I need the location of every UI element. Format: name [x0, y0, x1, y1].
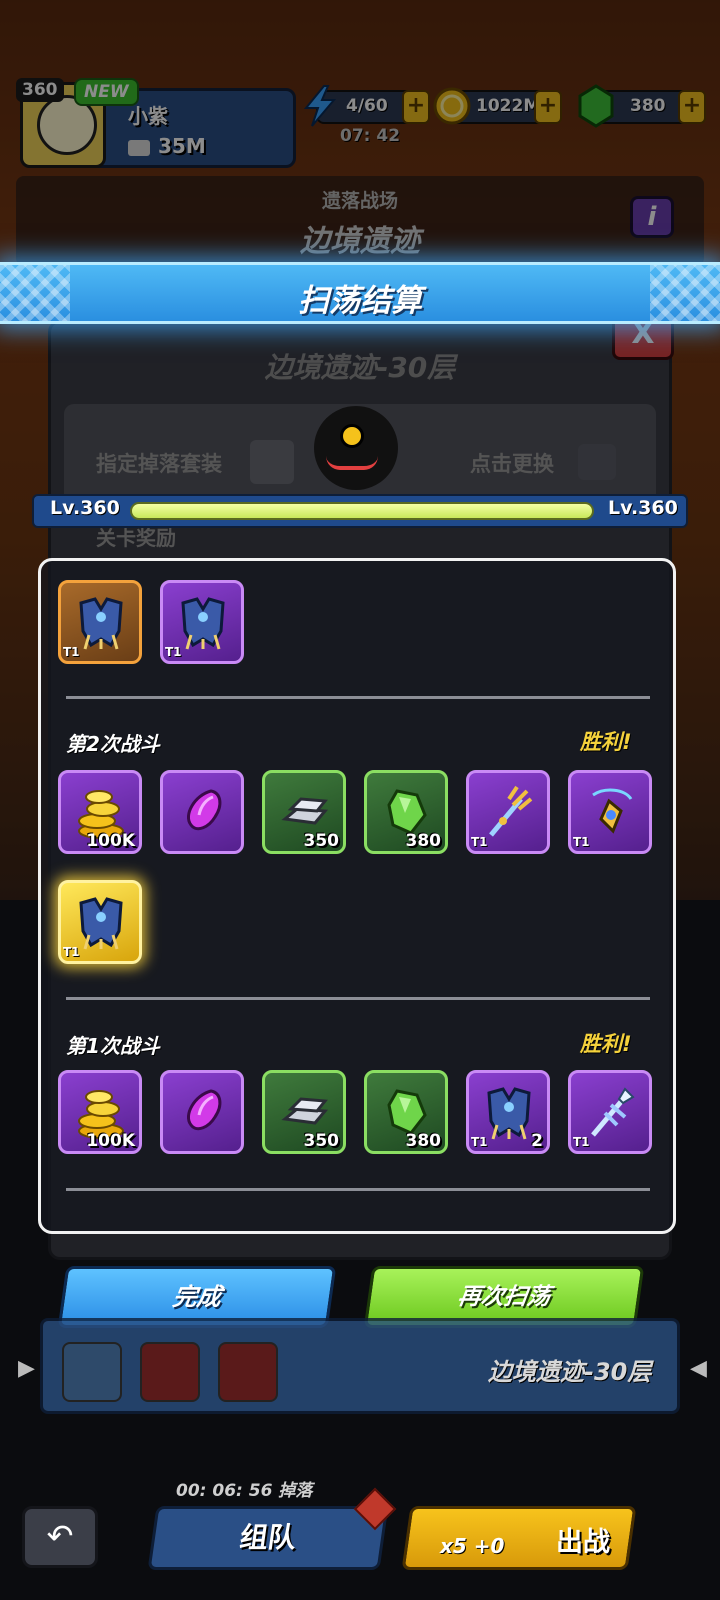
ticket-icon: [62, 1342, 122, 1402]
item-tier: T1: [573, 835, 590, 849]
reward-item[interactable]: T1: [568, 770, 652, 854]
item-quantity: 2: [531, 1131, 543, 1151]
unknown-reward-icon: [218, 1342, 278, 1402]
sweep-timer: 00: 06: 56 掉落: [176, 1481, 313, 1501]
reward-item[interactable]: 350: [262, 770, 346, 854]
team-button[interactable]: 组队: [147, 1506, 389, 1570]
battle-1-victory: 胜利!: [580, 1032, 632, 1056]
monster-mouth: [326, 456, 378, 470]
reward-item[interactable]: [160, 1070, 244, 1154]
armor-gauntlet-icon: [75, 895, 127, 951]
item-tier: T1: [63, 645, 80, 659]
item-quantity: 100K: [86, 831, 135, 851]
item-tier: T1: [471, 1135, 488, 1149]
reward-item[interactable]: T1: [58, 880, 142, 964]
fight-label: 出战: [556, 1527, 610, 1558]
item-quantity: 380: [405, 831, 442, 851]
purple-crystal-icon: [177, 1085, 229, 1141]
reward-item[interactable]: T1: [58, 580, 142, 664]
reward-item[interactable]: 380: [364, 1070, 448, 1154]
armor-gauntlet-icon: [75, 595, 127, 651]
divider: [66, 696, 650, 699]
reward-item[interactable]: 350: [262, 1070, 346, 1154]
item-quantity: 380: [405, 1131, 442, 1151]
item-tier: T1: [63, 945, 80, 959]
back-arrow-icon: ↶: [46, 1517, 74, 1555]
sweep-result-banner: 扫荡结算: [0, 262, 720, 324]
strip-left-arrow-icon[interactable]: ▶: [18, 1356, 35, 1381]
item-quantity: 350: [303, 831, 340, 851]
fight-cost: x5 +0: [440, 1534, 505, 1558]
purple-crystal-icon: [177, 785, 229, 841]
reward-item[interactable]: T1: [160, 580, 244, 664]
item-tier: T1: [573, 1135, 590, 1149]
item-tier: T1: [165, 645, 182, 659]
battle-2-label: 第2次战斗: [66, 732, 160, 756]
item-tier: T1: [471, 835, 488, 849]
strip-right-arrow-icon[interactable]: ◀: [690, 1356, 707, 1381]
reward-item[interactable]: T1 2: [466, 1070, 550, 1154]
armor-gauntlet-icon: [483, 1085, 535, 1141]
reward-item[interactable]: 380: [364, 770, 448, 854]
divider: [66, 1188, 650, 1191]
back-button[interactable]: ↶: [22, 1506, 98, 1568]
strip-stage-name: 边境遗迹-30层: [488, 1358, 652, 1386]
amulet-icon: [585, 785, 637, 841]
reward-item[interactable]: 100K: [58, 770, 142, 854]
armor-gauntlet-icon: [177, 595, 229, 651]
unknown-reward-icon: [140, 1342, 200, 1402]
trident-icon: [483, 785, 535, 841]
item-quantity: 350: [303, 1131, 340, 1151]
battle-1-label: 第1次战斗: [66, 1034, 160, 1058]
reward-item[interactable]: T1: [568, 1070, 652, 1154]
level-start: Lv.360: [50, 497, 120, 519]
level-bar-fill: [130, 502, 594, 520]
level-end: Lv.360: [608, 497, 678, 519]
monster-eye: [340, 424, 364, 448]
battle-2-victory: 胜利!: [580, 730, 632, 754]
monster-mascot-icon: [314, 406, 398, 490]
spear-icon: [585, 1085, 637, 1141]
reward-item[interactable]: T1: [466, 770, 550, 854]
reward-item[interactable]: [160, 770, 244, 854]
reward-item[interactable]: 100K: [58, 1070, 142, 1154]
banner-title: 扫荡结算: [298, 283, 422, 319]
divider: [66, 997, 650, 1000]
item-quantity: 100K: [86, 1131, 135, 1151]
